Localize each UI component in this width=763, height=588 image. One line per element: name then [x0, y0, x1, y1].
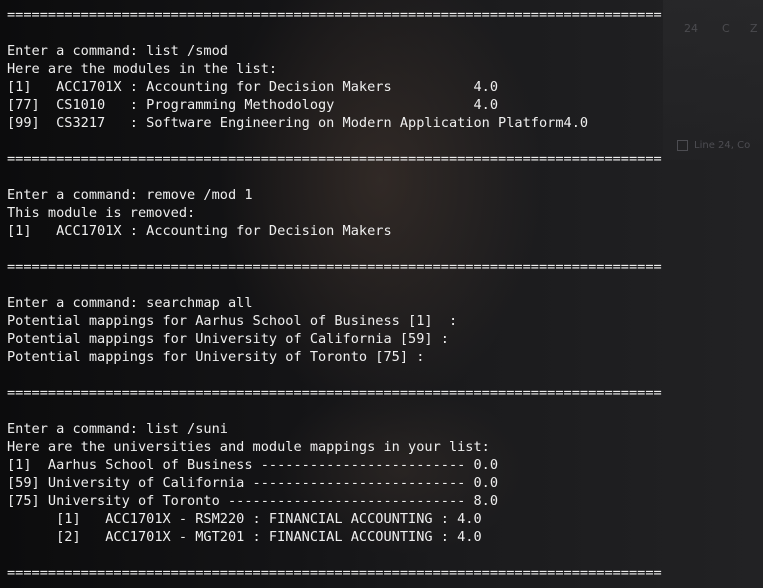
output-line: [1] Aarhus School of Business ----------…	[7, 457, 499, 473]
output-line: [1] ACC1701X : Accounting for Decision M…	[7, 79, 499, 95]
output-line: Here are the universities and module map…	[7, 439, 490, 455]
separator-line: ========================================…	[7, 259, 662, 275]
output-line: Potential mappings for Aarhus School of …	[7, 313, 458, 329]
command-prompt-line: Enter a command: list /suni	[7, 421, 228, 437]
background-gutter-glyph: Z	[750, 22, 758, 35]
background-status-text: Line 24, Co	[694, 140, 751, 151]
command-prompt-line: Enter a command: list /smod	[7, 43, 228, 59]
command-prompt-line: Enter a command: remove /mod 1	[7, 187, 253, 203]
output-line: [2] ACC1701X - MGT201 : FINANCIAL ACCOUN…	[7, 529, 482, 545]
terminal-output: ========================================…	[7, 6, 662, 582]
output-line: This module is removed:	[7, 205, 196, 221]
output-line: Here are the modules in the list:	[7, 61, 278, 77]
command-prompt-line: Enter a command: searchmap all	[7, 295, 253, 311]
output-line: [75] University of Toronto -------------…	[7, 493, 499, 509]
separator-line: ========================================…	[7, 7, 662, 23]
panel-toggle-icon	[677, 139, 688, 151]
output-line: Potential mappings for University of Cal…	[7, 331, 449, 347]
output-line: [1] ACC1701X : Accounting for Decision M…	[7, 223, 392, 239]
background-editor-window	[663, 0, 763, 160]
output-line: [59] University of California ----------…	[7, 475, 499, 491]
terminal-window[interactable]: 24 C Z Line 24, Co =====================…	[0, 0, 763, 588]
separator-line: ========================================…	[7, 385, 662, 401]
separator-line: ========================================…	[7, 151, 662, 167]
output-line: [99] CS3217 : Software Engineering on Mo…	[7, 115, 589, 131]
background-line-number: 24	[684, 22, 698, 35]
background-status-bar: Line 24, Co	[671, 137, 763, 155]
separator-line: ========================================…	[7, 565, 662, 581]
output-line: Potential mappings for University of Tor…	[7, 349, 425, 365]
background-gutter-glyph: C	[722, 22, 730, 35]
output-line: [1] ACC1701X - RSM220 : FINANCIAL ACCOUN…	[7, 511, 482, 527]
output-line: [77] CS1010 : Programming Methodology 4.…	[7, 97, 499, 113]
